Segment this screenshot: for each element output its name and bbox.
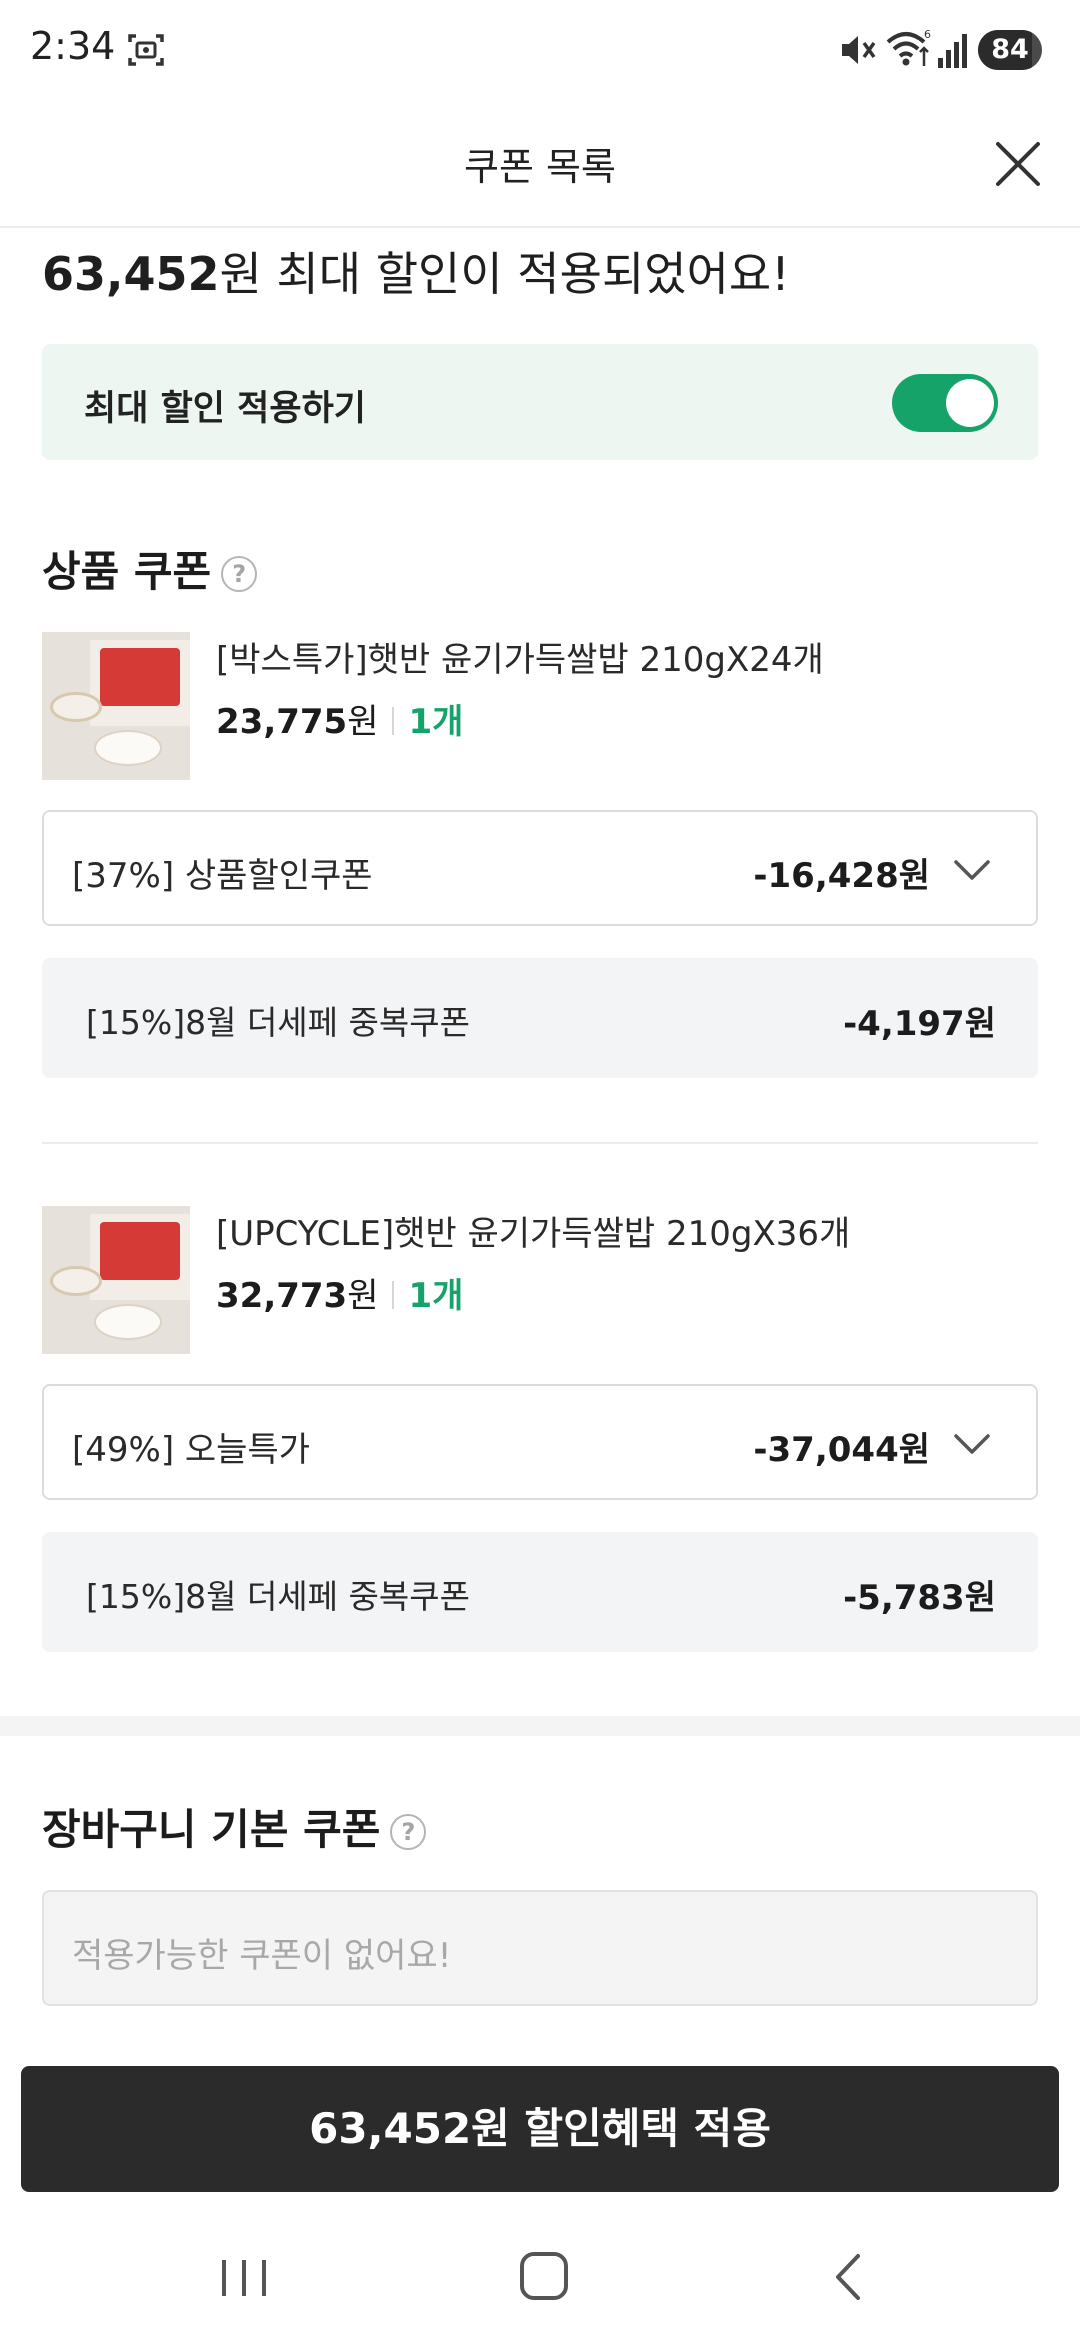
recent-apps-icon[interactable] xyxy=(216,2258,272,2298)
home-icon[interactable] xyxy=(520,2252,568,2300)
stacked-coupon-row: [15%]8월 더세페 중복쿠폰 -4,197원 xyxy=(42,958,1038,1078)
product-qty: 1개 xyxy=(408,702,464,742)
max-discount-box: 최대 할인 적용하기 xyxy=(42,344,1038,460)
cart-coupon-empty-text: 적용가능한 쿠폰이 없어요! xyxy=(72,1936,452,1976)
section-divider xyxy=(0,1716,1080,1736)
product-price-value: 23,775 xyxy=(216,702,348,742)
cart-coupon-title-text: 장바구니 기본 쿠폰 xyxy=(42,1805,381,1854)
nav-bar xyxy=(0,2200,1080,2340)
product-qty: 1개 xyxy=(408,1276,464,1316)
status-bar: 2:34 6 84 xyxy=(0,0,1080,100)
mute-icon xyxy=(842,36,876,64)
product-price-value: 32,773 xyxy=(216,1276,348,1316)
cart-coupon-field: 적용가능한 쿠폰이 없어요! xyxy=(42,1890,1038,2006)
chevron-down-icon xyxy=(954,1434,990,1454)
product-thumbnail xyxy=(42,632,190,780)
coupon-amount: -16,428원 xyxy=(753,856,930,896)
toggle-knob xyxy=(946,379,994,427)
back-icon[interactable] xyxy=(828,2252,868,2302)
product-name: [박스특가]햇반 윤기가득쌀밥 210gX24개 xyxy=(216,640,824,680)
stacked-coupon-label: [15%]8월 더세페 중복쿠폰 xyxy=(86,1003,470,1042)
stacked-coupon-label: [15%]8월 더세페 중복쿠폰 xyxy=(86,1577,470,1616)
summary-amount: 63,452 xyxy=(42,247,220,301)
cart-coupon-title: 장바구니 기본 쿠폰? xyxy=(42,1796,427,1857)
coupon-dropdown[interactable]: [37%] 상품할인쿠폰 -16,428원 xyxy=(42,810,1038,926)
help-icon[interactable]: ? xyxy=(221,556,258,592)
discount-summary: 63,452원 최대 할인이 적용되었어요! xyxy=(42,238,790,304)
coupon-label: [37%] 상품할인쿠폰 xyxy=(72,856,373,896)
page-title: 쿠폰 목록 xyxy=(464,145,616,189)
help-icon[interactable]: ? xyxy=(390,1814,427,1850)
status-time: 2:34 xyxy=(30,24,116,68)
battery-level: 84 xyxy=(991,34,1029,65)
wifi-icon: 6 xyxy=(886,28,931,66)
coupon-dropdown[interactable]: [49%] 오늘특가 -37,044원 xyxy=(42,1384,1038,1500)
product-item: [UPCYCLE]햇반 윤기가득쌀밥 210gX36개 32,773원 1개 xyxy=(42,1206,1042,1354)
stacked-coupon-amount: -5,783원 xyxy=(843,1578,996,1618)
max-discount-toggle[interactable] xyxy=(892,374,998,432)
header: 쿠폰 목록 xyxy=(0,100,1080,228)
product-price: 32,773원 1개 xyxy=(216,1268,463,1317)
max-discount-label: 최대 할인 적용하기 xyxy=(84,389,366,429)
signal-icon xyxy=(938,34,967,68)
stacked-coupon-amount: -4,197원 xyxy=(843,1004,996,1044)
svg-text:6: 6 xyxy=(924,28,931,41)
battery-icon: 84 xyxy=(978,30,1042,70)
apply-discount-button[interactable]: 63,452원 할인혜택 적용 xyxy=(21,2066,1059,2192)
product-thumbnail xyxy=(42,1206,190,1354)
coupon-amount: -37,044원 xyxy=(753,1430,930,1470)
screenshot-icon xyxy=(128,34,164,66)
price-unit: 원 xyxy=(347,1276,379,1316)
product-name: [UPCYCLE]햇반 윤기가득쌀밥 210gX36개 xyxy=(216,1214,851,1254)
chevron-down-icon xyxy=(954,860,990,880)
close-icon[interactable] xyxy=(990,136,1046,192)
product-price: 23,775원 1개 xyxy=(216,694,463,743)
summary-text: 원 최대 할인이 적용되었어요! xyxy=(219,247,790,301)
price-unit: 원 xyxy=(347,702,379,742)
product-coupon-title: 상품 쿠폰? xyxy=(42,538,258,599)
coupon-label: [49%] 오늘특가 xyxy=(72,1430,311,1470)
divider xyxy=(42,1142,1038,1144)
stacked-coupon-row: [15%]8월 더세페 중복쿠폰 -5,783원 xyxy=(42,1532,1038,1652)
product-item: [박스특가]햇반 윤기가득쌀밥 210gX24개 23,775원 1개 xyxy=(42,632,1042,780)
product-coupon-title-text: 상품 쿠폰 xyxy=(42,547,212,596)
